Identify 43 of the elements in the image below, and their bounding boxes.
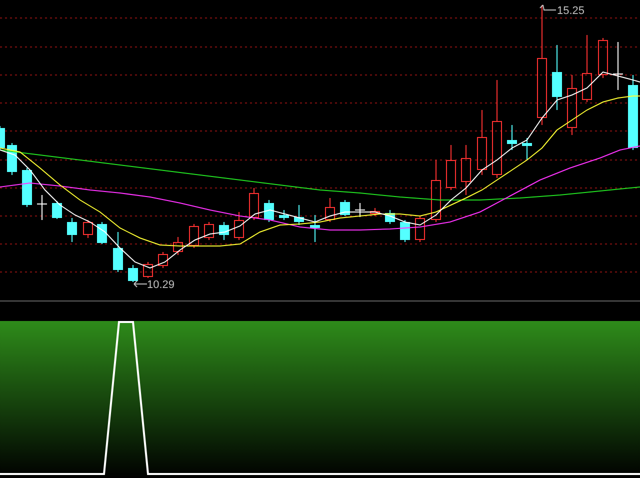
candlestick	[385, 210, 395, 224]
low-marker-arrow	[134, 280, 148, 288]
candlestick	[249, 188, 259, 220]
candlestick	[189, 224, 199, 248]
candlestick	[325, 198, 335, 222]
candlestick	[612, 42, 624, 90]
candlestick	[22, 168, 32, 208]
candlestick	[0, 126, 5, 150]
candlestick	[128, 264, 138, 282]
candlestick	[219, 222, 229, 240]
candlestick	[143, 262, 153, 278]
candlestick	[52, 200, 62, 220]
candlestick	[83, 220, 93, 238]
candlestick	[173, 236, 183, 256]
candlestick	[598, 38, 608, 78]
candlestick	[582, 34, 592, 102]
candlestick	[431, 160, 441, 222]
price-label: 15.25	[557, 5, 585, 17]
candlestick	[354, 202, 366, 218]
candlestick	[370, 208, 380, 216]
candlestick	[340, 200, 350, 216]
candlestick	[204, 222, 214, 240]
candlestick	[234, 212, 244, 240]
candlestick	[477, 110, 487, 176]
candlestick	[461, 144, 471, 196]
high-marker-arrow	[540, 4, 556, 10]
candlestick	[446, 144, 456, 190]
candlestick	[507, 124, 517, 150]
candlestick	[67, 218, 77, 242]
candlestick	[294, 204, 304, 226]
candlestick	[279, 210, 289, 220]
candlestick	[97, 222, 107, 244]
candlestick	[415, 216, 425, 242]
candlestick	[264, 200, 274, 222]
candlestick	[36, 194, 48, 220]
candlestick	[113, 232, 123, 272]
candlestick	[158, 252, 168, 268]
candlestick	[552, 44, 562, 110]
candlestick	[310, 214, 320, 242]
price-label: 10.29	[147, 279, 175, 291]
candlestick	[567, 74, 577, 136]
candlestick	[400, 220, 410, 242]
candlestick	[522, 138, 532, 160]
